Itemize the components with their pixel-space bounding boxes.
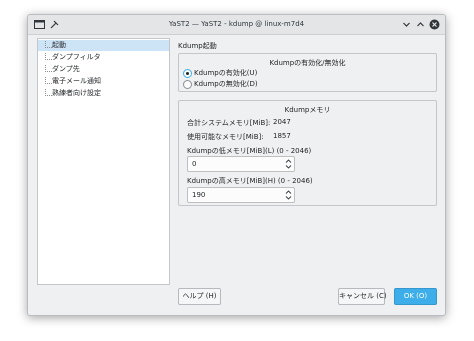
sidebar-item-label: ダンプ先 — [52, 65, 80, 73]
high-memory-value[interactable]: 190 — [192, 191, 205, 199]
kdump-memory-group: Kdumpメモリ 合計システムメモリ[MiB]: 2047 使用可能なメモリ[M… — [178, 100, 437, 206]
ok-button[interactable]: OK (O) — [394, 288, 437, 305]
sidebar-item-label: 電子メール通知 — [52, 77, 101, 85]
total-memory-label: 合計システムメモリ[MiB]: — [187, 119, 271, 127]
tree-branch-line — [45, 53, 52, 60]
group-title: Kdumpの有効化/無効化 — [269, 59, 346, 67]
help-button[interactable]: ヘルプ (H) — [178, 288, 221, 305]
tree-branch-line — [45, 41, 52, 48]
sidebar-item-label: 熟練者向け設定 — [52, 89, 101, 97]
high-memory-spinbox[interactable]: 190 — [187, 187, 295, 203]
low-memory-spinbox[interactable]: 0 — [187, 156, 295, 172]
kdump-enable-group: Kdumpの有効化/無効化 Kdumpの有効化(U) Kdumpの無効化(D) — [178, 53, 437, 92]
spin-arrows-icon[interactable] — [285, 158, 292, 170]
tree-branch-line — [45, 89, 52, 96]
section-title: Kdump起動 — [178, 42, 217, 50]
total-memory-row: 合計システムメモリ[MiB]: 2047 — [187, 118, 291, 128]
tree-branch-line — [45, 77, 52, 84]
sidebar-item-label: ダンプフィルタ — [52, 53, 101, 61]
group-title: Kdumpメモリ — [284, 106, 331, 114]
radio-label: Kdumpの無効化(D) — [194, 80, 258, 88]
sidebar-tree[interactable]: 起動 ダンプフィルタ ダンプ先 電子メール通知 熟練者向け設定 — [37, 38, 170, 285]
sidebar-item-expert-settings[interactable]: 熟練者向け設定 — [38, 88, 169, 99]
chevron-up-icon[interactable] — [414, 18, 427, 31]
usable-memory-row: 使用可能なメモリ[MiB]: 1857 — [187, 132, 291, 142]
usable-memory-value: 1857 — [273, 132, 291, 140]
close-icon[interactable] — [428, 18, 441, 31]
sidebar-item-dump-filter[interactable]: ダンプフィルタ — [38, 52, 169, 63]
usable-memory-label: 使用可能なメモリ[MiB]: — [187, 133, 264, 141]
low-memory-label: Kdumpの低メモリ[MiB](L) (0 - 2046) — [187, 147, 312, 155]
radio-indicator[interactable] — [183, 80, 192, 89]
total-memory-value: 2047 — [273, 118, 291, 126]
window-title: YaST2 — YaST2 - kdump @ linux-m7d4 — [168, 20, 305, 28]
sidebar-item-label: 起動 — [52, 41, 66, 49]
low-memory-value[interactable]: 0 — [192, 160, 196, 168]
sidebar-item-startup[interactable]: 起動 — [38, 40, 169, 51]
sidebar-item-email-notification[interactable]: 電子メール通知 — [38, 76, 169, 87]
cancel-button[interactable]: キャンセル (C) — [338, 288, 387, 305]
spin-arrows-icon[interactable] — [285, 189, 292, 201]
chevron-down-icon[interactable] — [400, 18, 413, 31]
title-bar[interactable]: YaST2 — YaST2 - kdump @ linux-m7d4 — [28, 15, 445, 35]
radio-label: Kdumpの有効化(U) — [194, 69, 258, 77]
radio-indicator[interactable] — [183, 69, 192, 78]
high-memory-label: Kdumpの高メモリ[MiB](H) (0 - 2046) — [187, 177, 313, 185]
sidebar-item-dump-target[interactable]: ダンプ先 — [38, 64, 169, 75]
tree-branch-line — [45, 65, 52, 72]
yast-window: YaST2 — YaST2 - kdump @ linux-m7d4 起動 ダン… — [27, 14, 446, 316]
